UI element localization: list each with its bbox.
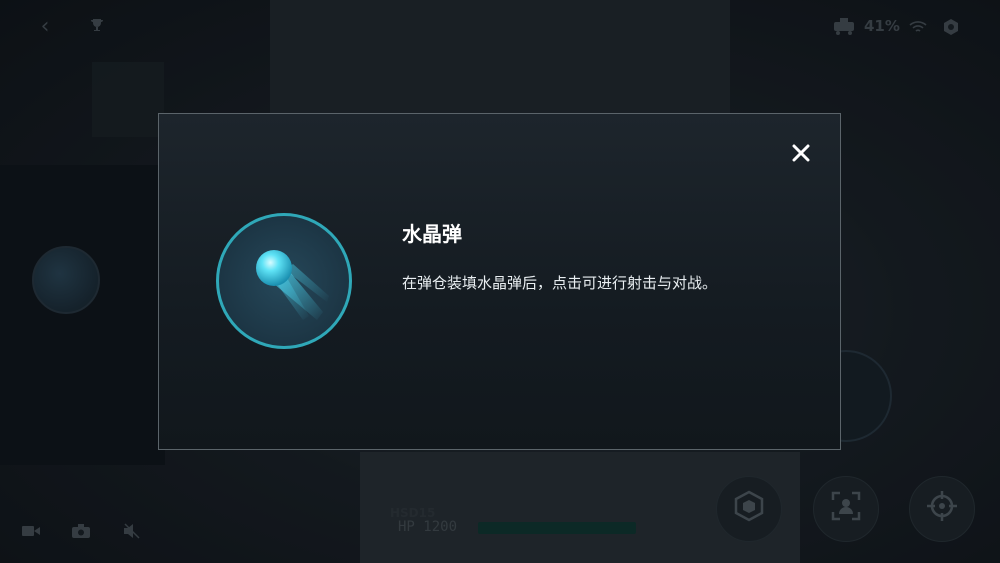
crystal-ball-badge xyxy=(216,213,352,349)
crystal-ball-icon xyxy=(256,250,329,320)
info-dialog: 水晶弹 在弹仓装填水晶弹后，点击可进行射击与对战。 xyxy=(158,113,841,450)
dialog-title: 水晶弹 xyxy=(402,222,462,246)
dialog-description: 在弹仓装填水晶弹后，点击可进行射击与对战。 xyxy=(402,274,718,292)
close-icon xyxy=(792,144,810,162)
close-button[interactable] xyxy=(789,141,813,165)
